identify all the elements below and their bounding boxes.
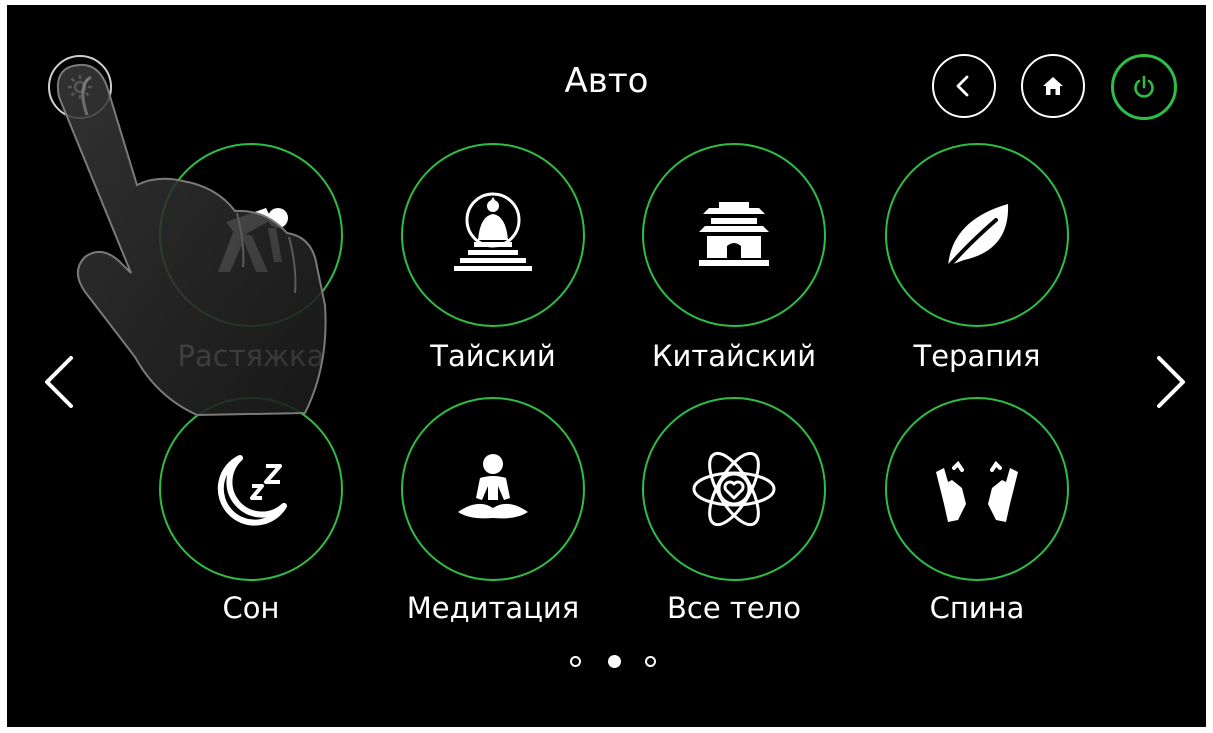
mode-full-body-button[interactable]	[642, 397, 826, 581]
chevron-left-icon	[956, 75, 969, 97]
mode-therapy-button[interactable]	[885, 143, 1069, 327]
pagoda-icon	[699, 202, 769, 266]
moon-zz-icon	[217, 455, 287, 526]
mode-label: Все тело	[667, 591, 801, 625]
leaf-icon	[942, 204, 1009, 274]
home-button[interactable]	[1021, 54, 1085, 118]
mode-label: Тайский	[430, 339, 556, 373]
mode-stretch-button[interactable]	[159, 143, 343, 327]
buddha-icon	[454, 192, 532, 271]
mode-label: Сон	[222, 591, 280, 625]
power-icon	[1134, 75, 1154, 98]
screen: Авто Растяжка Тайский Китайский Терапия …	[7, 5, 1206, 727]
mode-meditation-button[interactable]	[401, 397, 585, 581]
mode-thai-button[interactable]	[401, 143, 585, 327]
power-button[interactable]	[1111, 54, 1177, 120]
prev-page-arrow-icon[interactable]	[39, 352, 79, 412]
page-dot-2[interactable]	[608, 655, 621, 668]
mode-label: Медитация	[406, 591, 580, 625]
mode-label: Китайский	[651, 339, 817, 373]
back-button[interactable]	[932, 54, 996, 118]
page-dot-1[interactable]	[570, 656, 581, 667]
hands-icon	[936, 460, 1018, 522]
next-page-arrow-icon[interactable]	[1151, 352, 1191, 412]
mode-chinese-button[interactable]	[642, 143, 826, 327]
mode-label: Терапия	[913, 339, 1041, 373]
mode-sleep-button[interactable]	[159, 397, 343, 581]
page-dot-3[interactable]	[645, 656, 656, 667]
atom-heart-icon	[692, 451, 776, 527]
mode-back-button[interactable]	[885, 397, 1069, 581]
meditation-icon	[458, 454, 528, 519]
mode-label: Растяжка	[177, 339, 325, 373]
home-icon	[1043, 77, 1063, 95]
stretch-person-icon	[218, 208, 288, 272]
mode-label: Спина	[929, 591, 1025, 625]
